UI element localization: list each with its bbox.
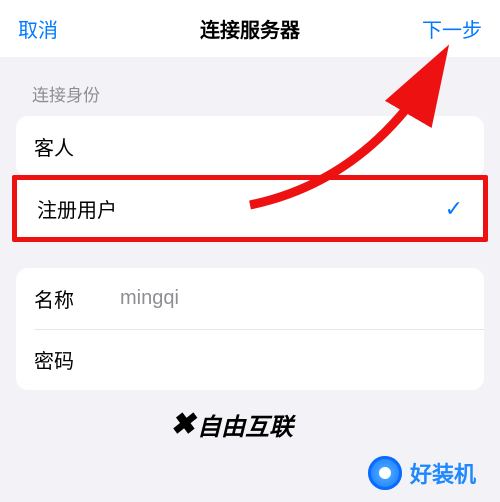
watermark-ziyouhulian-text: 自由互联 [197, 407, 293, 442]
cancel-button[interactable]: 取消 [18, 14, 58, 43]
highlight-annotation: 注册用户 ✓ [12, 175, 488, 242]
password-field-row[interactable]: 密码 [16, 329, 484, 390]
identity-option-registered[interactable]: 注册用户 ✓ [17, 180, 483, 237]
watermark-haozhuangji: 好装机 [368, 456, 476, 490]
name-value: mingqi [120, 287, 179, 310]
next-button[interactable]: 下一步 [422, 14, 482, 43]
identity-option-registered-label: 注册用户 [37, 194, 117, 223]
watermark-ziyouhulian: ✖ 自由互联 [170, 407, 293, 442]
target-icon [368, 456, 402, 490]
watermark-haozhuangji-text: 好装机 [410, 457, 476, 489]
identity-section-label: 连接身份 [0, 57, 500, 116]
name-field-row[interactable]: 名称 mingqi [16, 268, 484, 329]
identity-option-guest[interactable]: 客人 [16, 116, 484, 177]
page-title: 连接服务器 [200, 14, 300, 43]
identity-option-guest-label: 客人 [34, 132, 74, 161]
credentials-group: 名称 mingqi 密码 [16, 268, 484, 390]
x-icon: ✖ [170, 407, 193, 442]
password-label: 密码 [34, 345, 104, 374]
name-label: 名称 [34, 284, 104, 313]
checkmark-icon: ✓ [445, 196, 463, 222]
identity-group: 客人 [16, 116, 484, 177]
